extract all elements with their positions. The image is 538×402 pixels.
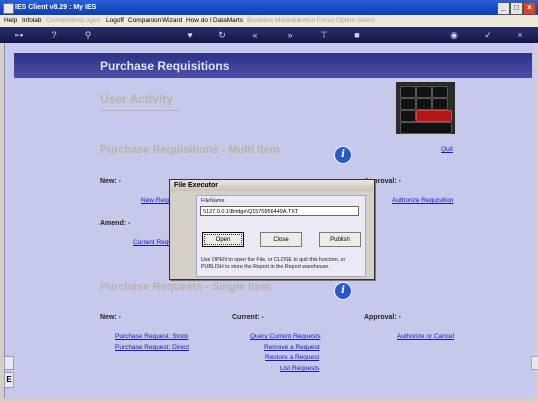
- menu-item-wizard[interactable]: Wizard: [162, 15, 182, 27]
- dialog-panel: FileName \\127.0.0.1\Bridge\Q1570956449A…: [196, 195, 366, 277]
- page-title: Purchase Requisitions: [100, 59, 230, 73]
- menu-item-help[interactable]: Help: [4, 15, 17, 27]
- query-current-requests-link[interactable]: Query Current Requests: [250, 333, 320, 340]
- section2-title: Purchase Requests - Single Item: [100, 281, 271, 293]
- purchase-request-direct-link[interactable]: Purchase Request: Direct: [115, 344, 189, 351]
- section1-amend-label: Amend: -: [100, 220, 131, 227]
- stop-icon[interactable]: ■: [351, 29, 363, 41]
- menu-item-how-do-i[interactable]: How do I: [186, 15, 212, 27]
- menu-item-datamarts[interactable]: DataMarts: [213, 15, 243, 27]
- refresh-icon[interactable]: ↻: [216, 29, 228, 41]
- filename-field[interactable]: \\127.0.0.1\Bridge\Q1570956449A.TXT: [200, 206, 359, 216]
- menu-item-action-focus[interactable]: Action Focus: [297, 15, 335, 27]
- file-executor-dialog: File Executor FileName \\127.0.0.1\Bridg…: [169, 179, 375, 280]
- publish-button[interactable]: Publish: [319, 232, 361, 247]
- menu-item-business-modules[interactable]: Business Modules: [247, 15, 300, 27]
- divider: [100, 110, 180, 111]
- maximize-button[interactable]: □: [510, 2, 523, 15]
- side-tab[interactable]: E: [4, 372, 14, 388]
- restore-request-link[interactable]: Restore a Request: [265, 354, 319, 361]
- heart-icon[interactable]: ♥: [184, 29, 196, 41]
- globe-icon[interactable]: ◉: [448, 29, 460, 41]
- check-icon[interactable]: ✓: [482, 29, 494, 41]
- menu-item-infolab[interactable]: Infolab: [22, 15, 42, 27]
- toolbar: ⊶ ? ⚲ ♥ ↻ « » ⊤ ■ ◉ ✓ ×: [0, 27, 538, 43]
- minimize-button[interactable]: _: [497, 2, 510, 15]
- purchase-request-stock-link[interactable]: Purchase Request: Stock: [115, 333, 188, 340]
- rewind-icon[interactable]: «: [249, 29, 261, 41]
- side-tab[interactable]: [4, 356, 14, 370]
- remove-request-link[interactable]: Remove a Request: [264, 344, 320, 351]
- menu-item-connections[interactable]: Connections: [46, 15, 82, 27]
- list-requests-link[interactable]: List Requests: [280, 365, 319, 372]
- forward-icon[interactable]: »: [284, 29, 296, 41]
- menu-item-logon[interactable]: Logon: [82, 15, 100, 27]
- section1-new-label: New: -: [100, 178, 121, 185]
- section1-title: Purchase Requisitions - Multi Item: [100, 144, 280, 156]
- scrollbar[interactable]: [531, 356, 538, 370]
- title-bar: IES Client v8.29 : My IES _ □ ×: [0, 0, 538, 15]
- authorize-requisition-link[interactable]: Authorize Requisition: [392, 197, 453, 204]
- close-button[interactable]: Close: [260, 232, 302, 247]
- section2-approval-label: Approval: -: [364, 314, 401, 321]
- current-requisition-link[interactable]: Current Requ: [133, 239, 172, 246]
- dialog-title-bar: File Executor: [170, 180, 374, 191]
- info-icon[interactable]: i: [334, 282, 352, 300]
- close-window-button[interactable]: ×: [523, 2, 536, 15]
- filename-label: FileName: [201, 198, 225, 204]
- section2-current-label: Current: -: [232, 314, 264, 321]
- search-icon[interactable]: ⚲: [82, 29, 94, 41]
- new-requisition-link[interactable]: New Requ: [141, 197, 171, 204]
- keyboard-image: [396, 82, 455, 134]
- menu-item-companion[interactable]: Companion: [128, 15, 161, 27]
- menu-item-option-select[interactable]: Option Select: [336, 15, 375, 27]
- menu-bar: Help Infolab Connections Logon Logoff Compani…: [0, 15, 538, 27]
- close-icon[interactable]: ×: [514, 29, 526, 41]
- info-icon[interactable]: i: [334, 146, 352, 164]
- help-icon[interactable]: ?: [48, 29, 60, 41]
- section2-new-label: New: -: [100, 314, 121, 321]
- help-text-line2: PUBLISH to store the Report in the Repor…: [201, 264, 330, 270]
- app-icon: [3, 3, 14, 14]
- key-icon[interactable]: ⊶: [8, 29, 30, 41]
- pin-icon[interactable]: ⊤: [318, 29, 330, 41]
- quit-link[interactable]: Quit: [441, 146, 453, 153]
- header-band: Purchase Requisitions: [14, 53, 532, 78]
- help-text-line1: Use OPEN to open the File, or CLOSE to q…: [201, 257, 346, 263]
- window-title: IES Client v8.29 : My IES: [15, 4, 97, 11]
- dialog-title: File Executor: [174, 182, 218, 189]
- menu-item-logoff[interactable]: Logoff: [106, 15, 124, 27]
- user-activity-heading: User Activity: [100, 92, 173, 106]
- authorize-or-cancel-link[interactable]: Authorize or Cancel: [397, 333, 454, 340]
- open-button[interactable]: Open: [202, 232, 244, 247]
